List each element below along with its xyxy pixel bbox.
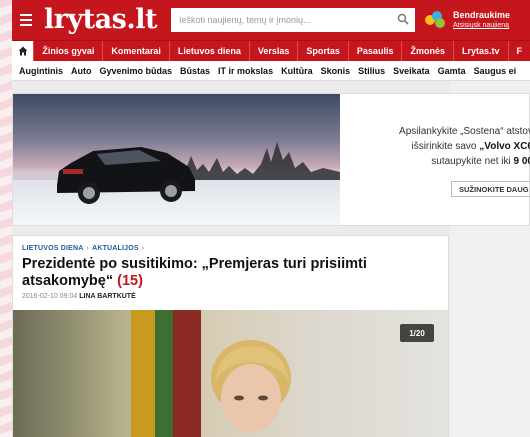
nav-item-zmones[interactable]: Žmonės <box>401 41 453 61</box>
subnav-item-gamta[interactable]: Gamta <box>434 66 470 76</box>
article-author[interactable]: LINA BARTKUTĖ <box>79 293 136 300</box>
headline-text[interactable]: Prezidentė po susitikimo: „Premjeras tur… <box>22 256 367 289</box>
subnav-item-saugus-eismas[interactable]: Saugus ei <box>470 66 521 76</box>
home-button[interactable] <box>12 41 34 61</box>
search-input[interactable]: Ieškoti naujienų, temų ir įmonių... <box>170 8 415 32</box>
community-link[interactable]: Atsisiųsk naujieną <box>453 22 510 29</box>
ad-line-1: Apsilankykite „Sostena“ atstov <box>399 126 530 137</box>
nav-item-komentarai[interactable]: Komentarai <box>102 41 169 61</box>
nav-item-pasaulis[interactable]: Pasaulis <box>347 41 402 61</box>
nav-item-verslas[interactable]: Verslas <box>248 41 298 61</box>
subnav-item-it-ir-mokslas[interactable]: IT ir mokslas <box>214 66 277 76</box>
nav-item-more[interactable]: F <box>507 41 530 61</box>
article-photo[interactable]: 1/20 <box>13 310 448 437</box>
chat-bubbles-icon <box>424 11 447 29</box>
ad-line-3-prefix: sutaupykite net iki <box>431 156 514 167</box>
article-card: LIETUVOS DIENA › AKTUALIJOS › Prezidentė po… <box>12 235 449 437</box>
breadcrumb-aktualijos[interactable]: AKTUALIJOS <box>92 245 139 252</box>
ad-car-image <box>13 94 340 225</box>
nav-item-lietuvos-diena[interactable]: Lietuvos diena <box>168 41 249 61</box>
article-meta: 2016-02-10 09:04 LINA BARTKUTĖ <box>22 293 136 300</box>
ad-line-2-bold: „Volvo XC6 <box>479 141 530 152</box>
ad-line-2-prefix: išsirinkite savo <box>411 141 480 152</box>
nav-item-ziniosgyvai[interactable]: Žinios gyvai <box>33 41 102 61</box>
menu-icon[interactable] <box>14 0 38 40</box>
portrait-image <box>211 340 291 432</box>
subnav-item-sveikata[interactable]: Sveikata <box>389 66 434 76</box>
decorative-background-strip <box>0 0 12 437</box>
site-header: lrytas.lt Ieškoti naujienų, temų ir įmon… <box>12 0 530 40</box>
nav-item-sportas[interactable]: Sportas <box>297 41 348 61</box>
subnav-item-gyvenimo-budas[interactable]: Gyvenimo būdas <box>96 66 177 76</box>
sub-navigation: Augintinis Auto Gyvenimo būdas Būstas IT… <box>12 61 530 81</box>
community-widget[interactable]: Bendraukime Atsisiųsk naujieną <box>424 10 510 29</box>
subnav-item-kultura[interactable]: Kultūra <box>277 66 317 76</box>
subnav-item-skonis[interactable]: Skonis <box>317 66 355 76</box>
search-placeholder: Ieškoti naujienų, temų ir įmonių... <box>178 15 311 25</box>
subnav-item-augintinis[interactable]: Augintinis <box>12 66 67 76</box>
subnav-item-bustas[interactable]: Būstas <box>176 66 214 76</box>
breadcrumb: LIETUVOS DIENA › AKTUALIJOS › <box>22 245 145 252</box>
subnav-item-stilius[interactable]: Stilius <box>354 66 389 76</box>
comment-count[interactable]: (15) <box>117 273 143 289</box>
nav-item-lrytas-tv[interactable]: Lrytas.tv <box>452 41 508 61</box>
article-headline[interactable]: Prezidentė po susitikimo: „Premjeras tur… <box>22 256 422 290</box>
breadcrumb-lietuvos-diena[interactable]: LIETUVOS DIENA <box>22 245 84 252</box>
main-navigation: Žinios gyvai Komentarai Lietuvos diena V… <box>12 40 530 61</box>
ad-copy: Apsilankykite „Sostena“ atstov išsirinki… <box>353 124 530 169</box>
gallery-counter: 1/20 <box>400 324 434 342</box>
community-title: Bendraukime <box>452 10 510 20</box>
search-icon[interactable] <box>397 13 409 25</box>
site-logo[interactable]: lrytas.lt <box>44 0 157 40</box>
subnav-item-auto[interactable]: Auto <box>67 66 96 76</box>
advertisement-banner[interactable]: Apsilankykite „Sostena“ atstov išsirinki… <box>12 93 530 226</box>
home-icon <box>18 46 28 56</box>
article-timestamp: 2016-02-10 09:04 <box>22 293 78 300</box>
ad-line-3-bold: 9 00 <box>513 156 530 167</box>
ad-learn-more-button[interactable]: SUŽINOKITE DAUG <box>451 181 530 197</box>
